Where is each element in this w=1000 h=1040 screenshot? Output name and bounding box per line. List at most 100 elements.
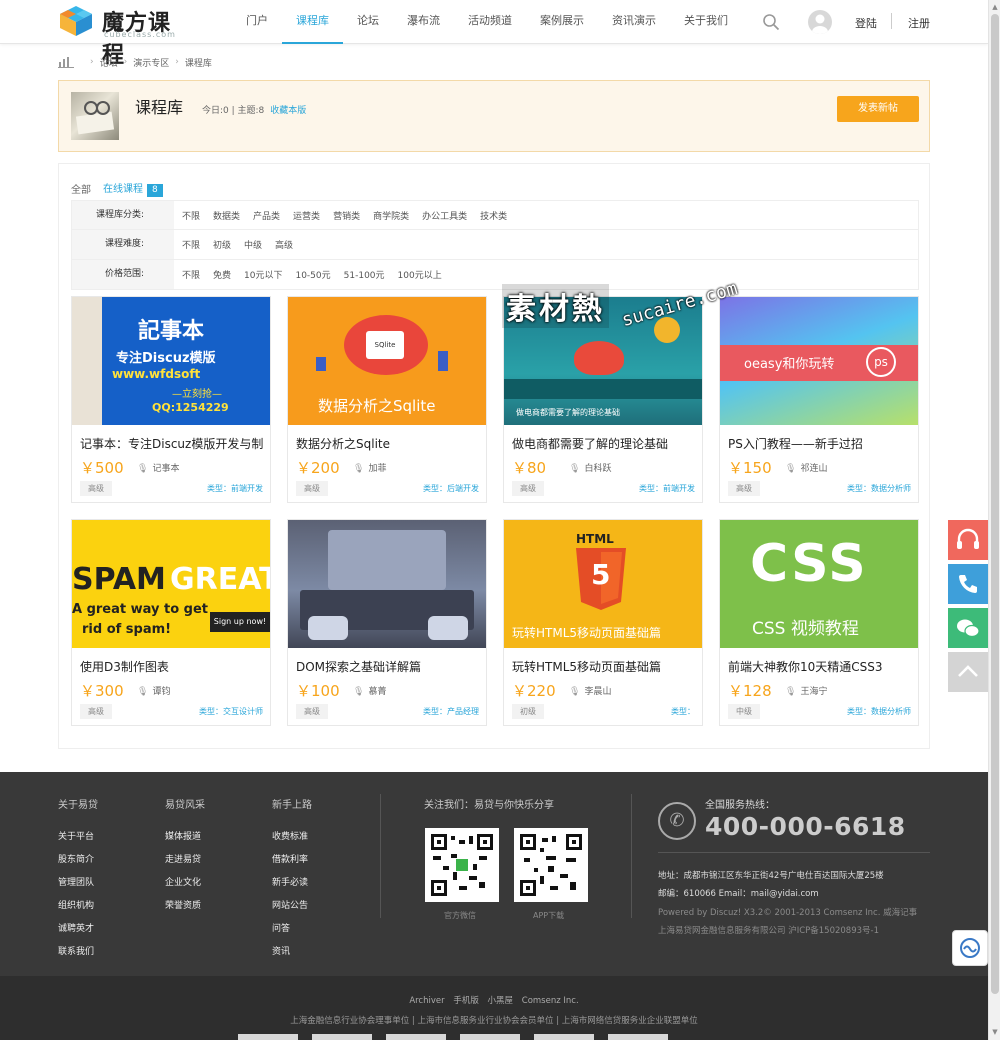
course-title[interactable]: 前端大神教你10天精通CSS3: [728, 658, 914, 675]
filter-option[interactable]: 初级: [213, 238, 231, 251]
filter-option[interactable]: 免费: [213, 268, 231, 281]
course-title[interactable]: 使用D3制作图表: [80, 658, 266, 675]
footer-link[interactable]: 收费标准: [272, 829, 312, 842]
nav-forum[interactable]: 论坛: [343, 0, 393, 44]
course-card[interactable]: DOM探索之基础详解篇 ￥100 🎙 慕菁 高级 类型：产品经理: [287, 519, 487, 726]
course-card[interactable]: SPAM GREAT A great way to get rid of spa…: [71, 519, 271, 726]
wechat-qr-code[interactable]: [425, 828, 499, 902]
blackroom-link[interactable]: 小黑屋: [488, 996, 514, 1006]
new-post-button[interactable]: 发表新帖: [837, 96, 919, 122]
comsenz-link[interactable]: Comsenz Inc.: [522, 996, 579, 1006]
footer-link[interactable]: 走进易贷: [165, 852, 205, 865]
filter-option[interactable]: 中级: [244, 238, 262, 251]
phone-button[interactable]: [948, 564, 988, 604]
course-type[interactable]: 类型：: [671, 706, 695, 717]
certification-badge[interactable]: [608, 1034, 668, 1040]
nav-course-library[interactable]: 课程库: [282, 0, 343, 44]
nav-activity[interactable]: 活动频道: [454, 0, 526, 44]
filter-option[interactable]: 办公工具类: [422, 209, 467, 222]
chart-home-icon[interactable]: [58, 56, 74, 68]
footer-link[interactable]: 诚聘英才: [58, 921, 98, 934]
archiver-link[interactable]: Archiver: [409, 996, 444, 1006]
course-card[interactable]: CSS CSS 视频教程 前端大神教你10天精通CSS3 ￥128 🎙 王海宁 中…: [719, 519, 919, 726]
footer-link[interactable]: 新手必读: [272, 875, 312, 888]
course-card[interactable]: SQlite 数据分析之Sqlite 数据分析之Sqlite ￥200 🎙 加菲 …: [287, 296, 487, 503]
course-type[interactable]: 类型：前端开发: [639, 483, 695, 494]
favorite-forum-link[interactable]: 收藏本版: [270, 106, 306, 116]
nav-news[interactable]: 资讯演示: [598, 0, 670, 44]
course-image-notepad[interactable]: 記事本 专注Discuz模版 www.wfdsoft —立刻抢— QQ:1254…: [72, 297, 270, 425]
filter-option[interactable]: 不限: [182, 209, 200, 222]
course-image-sqlite[interactable]: SQlite 数据分析之Sqlite: [288, 297, 486, 425]
certification-badge[interactable]: [312, 1034, 372, 1040]
filter-option[interactable]: 不限: [182, 268, 200, 281]
search-icon[interactable]: [762, 13, 780, 31]
course-image-html5[interactable]: HTML 5 玩转HTML5移动页面基础篇: [504, 520, 702, 648]
course-type[interactable]: 类型：产品经理: [423, 706, 479, 717]
course-type[interactable]: 类型：交互设计师: [199, 706, 263, 717]
certification-badge[interactable]: [386, 1034, 446, 1040]
filter-option[interactable]: 高级: [275, 238, 293, 251]
footer-link[interactable]: 股东简介: [58, 852, 98, 865]
course-title[interactable]: 数据分析之Sqlite: [296, 435, 482, 452]
site-logo[interactable]: 魔方课程 cubeclass.com: [58, 5, 188, 68]
scrollbar-thumb[interactable]: [991, 14, 999, 994]
customer-service-button[interactable]: [948, 520, 988, 560]
footer-link[interactable]: 联系我们: [58, 944, 98, 957]
login-link[interactable]: 登陆: [855, 15, 877, 31]
course-title[interactable]: 记事本：专注Discuz模版开发与制: [80, 435, 266, 452]
tab-online-courses[interactable]: 在线课程 8: [103, 180, 163, 197]
course-image-spam[interactable]: SPAM GREAT A great way to get rid of spa…: [72, 520, 270, 648]
footer-link[interactable]: 媒体报道: [165, 829, 205, 842]
footer-link[interactable]: 网站公告: [272, 898, 312, 911]
filter-option[interactable]: 10元以下: [244, 268, 282, 281]
avatar[interactable]: [808, 10, 832, 34]
nav-about[interactable]: 关于我们: [670, 0, 742, 44]
filter-option[interactable]: 产品类: [253, 209, 280, 222]
course-image-css[interactable]: CSS CSS 视频教程: [720, 520, 918, 648]
back-to-top-button[interactable]: [948, 652, 988, 692]
filter-option[interactable]: 技术类: [480, 209, 507, 222]
certification-badge[interactable]: [238, 1034, 298, 1040]
course-title[interactable]: 做电商都需要了解的理论基础: [512, 435, 698, 452]
register-link[interactable]: 注册: [908, 15, 930, 31]
filter-option[interactable]: 运营类: [293, 209, 320, 222]
nav-waterfall[interactable]: 瀑布流: [393, 0, 454, 44]
page-scrollbar[interactable]: ▲ ▼: [988, 0, 1000, 1040]
filter-option[interactable]: 10-50元: [295, 268, 330, 281]
footer-link[interactable]: 管理团队: [58, 875, 98, 888]
nav-cases[interactable]: 案例展示: [526, 0, 598, 44]
filter-option[interactable]: 不限: [182, 238, 200, 251]
certification-badge[interactable]: [534, 1034, 594, 1040]
filter-option[interactable]: 51-100元: [344, 268, 385, 281]
nav-portal[interactable]: 门户: [232, 0, 282, 44]
footer-link[interactable]: 问答: [272, 921, 312, 934]
course-image-dom[interactable]: [288, 520, 486, 648]
mobile-link[interactable]: 手机版: [453, 996, 479, 1006]
filter-option[interactable]: 营销类: [333, 209, 360, 222]
footer-link[interactable]: 企业文化: [165, 875, 205, 888]
filter-option[interactable]: 数据类: [213, 209, 240, 222]
course-title[interactable]: PS入门教程——新手过招: [728, 435, 914, 452]
course-type[interactable]: 类型：数据分析师: [847, 483, 911, 494]
scroll-down-arrow-icon[interactable]: ▼: [991, 1028, 999, 1036]
course-type[interactable]: 类型：前端开发: [207, 483, 263, 494]
footer-link[interactable]: 关于平台: [58, 829, 98, 842]
breadcrumb-current[interactable]: 课程库: [185, 56, 212, 69]
breadcrumb-forum[interactable]: 论坛: [100, 56, 118, 69]
wechat-button[interactable]: [948, 608, 988, 648]
floating-widget[interactable]: [952, 930, 988, 966]
footer-link[interactable]: 荣誉资质: [165, 898, 205, 911]
course-type[interactable]: 类型：后端开发: [423, 483, 479, 494]
footer-link[interactable]: 资讯: [272, 944, 312, 957]
footer-link[interactable]: 借款利率: [272, 852, 312, 865]
scroll-up-arrow-icon[interactable]: ▲: [991, 3, 999, 11]
filter-option[interactable]: 100元以上: [398, 268, 442, 281]
app-qr-code[interactable]: [514, 828, 588, 902]
certification-badge[interactable]: [460, 1034, 520, 1040]
course-title[interactable]: DOM探索之基础详解篇: [296, 658, 482, 675]
filter-option[interactable]: 商学院类: [373, 209, 409, 222]
course-type[interactable]: 类型：数据分析师: [847, 706, 911, 717]
course-card[interactable]: HTML 5 玩转HTML5移动页面基础篇 玩转HTML5移动页面基础篇 ￥22…: [503, 519, 703, 726]
tab-all[interactable]: 全部: [71, 181, 91, 196]
